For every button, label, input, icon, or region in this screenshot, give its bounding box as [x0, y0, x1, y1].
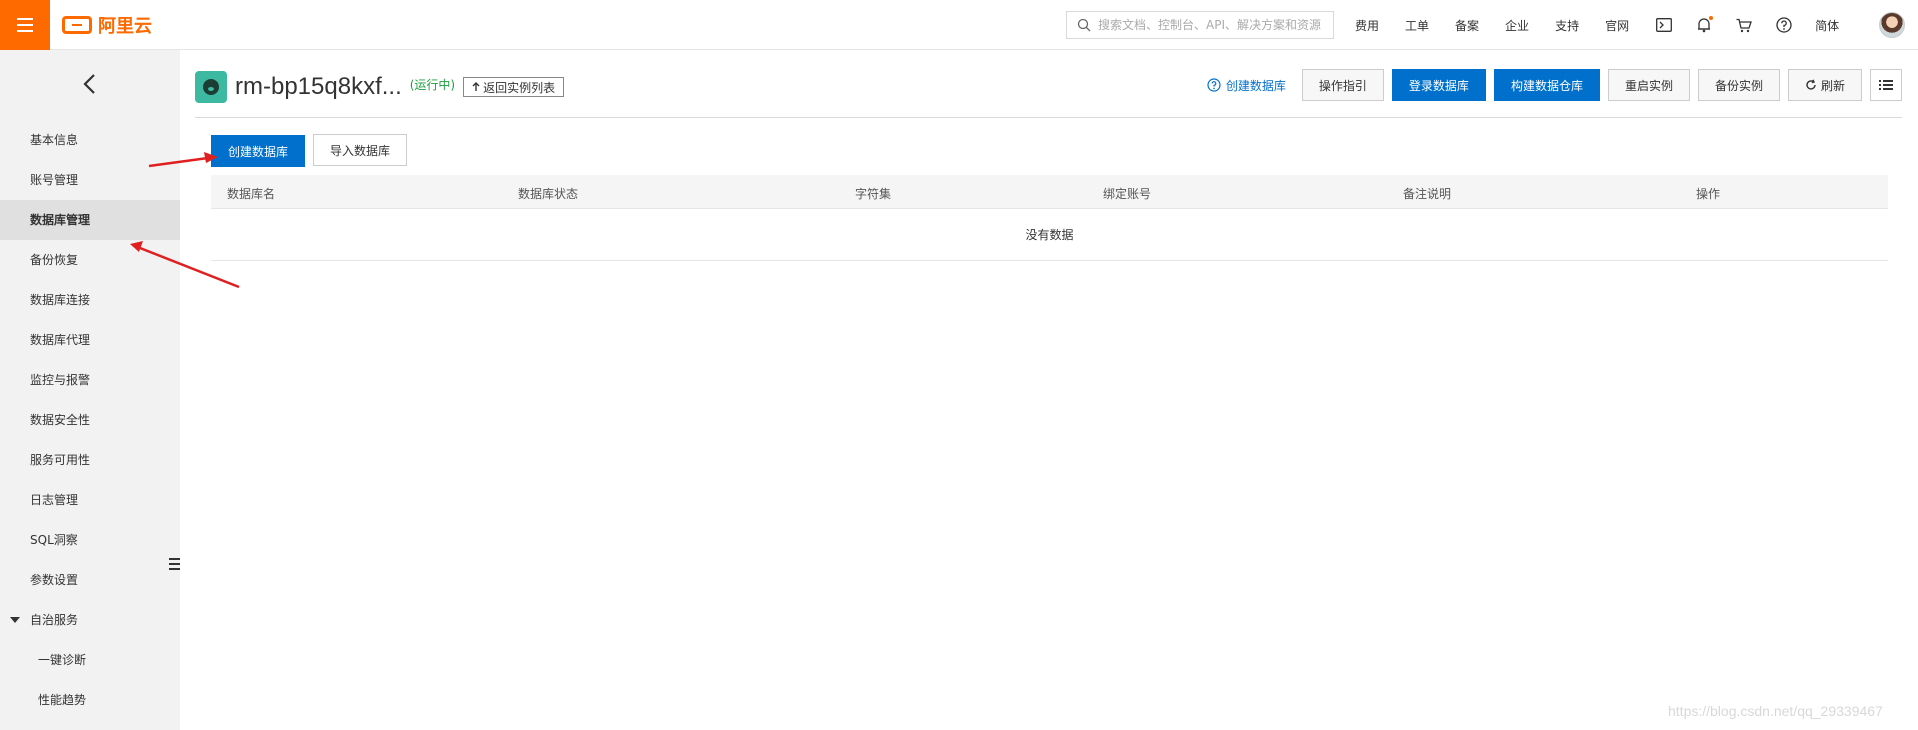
database-table: 数据库名 数据库状态 字符集 绑定账号 备注说明 操作 没有数据	[211, 175, 1888, 261]
instance-header: rm-bp15q8kxf... (运行中) 返回实例列表	[195, 70, 565, 104]
help-icon[interactable]	[1775, 16, 1793, 34]
column-actions: 操作	[1696, 187, 1721, 201]
sidebar-item-logs[interactable]: 日志管理	[0, 480, 180, 520]
nav-website[interactable]: 官网	[1605, 17, 1629, 34]
login-database-button[interactable]: 登录数据库	[1391, 69, 1486, 101]
nav-filing[interactable]: 备案	[1455, 17, 1479, 34]
guide-button[interactable]: 操作指引	[1301, 69, 1384, 101]
sidebar-item-basic-info[interactable]: 基本信息	[0, 120, 180, 160]
back-to-list-label: 返回实例列表	[483, 80, 556, 95]
logo[interactable]: 阿里云	[62, 12, 152, 38]
import-database-button[interactable]: 导入数据库	[313, 134, 407, 166]
backup-instance-button[interactable]: 备份实例	[1697, 69, 1780, 101]
terminal-icon[interactable]	[1655, 16, 1673, 34]
sidebar: 基本信息 账号管理 数据库管理 备份恢复 数据库连接 数据库代理 监控与报警 数…	[0, 50, 180, 730]
nav-enterprise[interactable]: 企业	[1505, 17, 1529, 34]
sidebar-item-autonomy-service[interactable]: 自治服务	[0, 600, 180, 640]
header-divider	[195, 117, 1902, 118]
sidebar-item-db-connection[interactable]: 数据库连接	[0, 280, 180, 320]
nav-support[interactable]: 支持	[1555, 17, 1579, 34]
search-icon	[1077, 18, 1091, 32]
sidebar-item-db-proxy[interactable]: 数据库代理	[0, 320, 180, 360]
notification-dot	[1709, 16, 1714, 20]
sidebar-item-performance-trend[interactable]: 性能趋势	[0, 680, 180, 720]
top-nav: 费用 工单 备案 企业 支持 官网 简体	[1355, 0, 1865, 50]
chevron-left-icon[interactable]	[80, 72, 100, 96]
language-switch[interactable]: 简体	[1815, 17, 1839, 34]
instance-title: rm-bp15q8kxf...	[235, 73, 402, 100]
watermark: https://blog.csdn.net/qq_29339467	[1668, 703, 1883, 719]
nav-fees[interactable]: 费用	[1355, 17, 1379, 34]
hamburger-icon	[17, 18, 33, 32]
refresh-icon	[1806, 79, 1816, 90]
nav-ticket[interactable]: 工单	[1405, 17, 1429, 34]
sidebar-item-database-management[interactable]: 数据库管理	[0, 200, 180, 240]
header-actions: 创建数据库 操作指引 登录数据库 构建数据仓库 重启实例 备份实例 刷新	[1207, 68, 1902, 102]
column-database-status: 数据库状态	[518, 187, 579, 201]
sidebar-item-backup-restore[interactable]: 备份恢复	[0, 240, 180, 280]
sidebar-item-availability[interactable]: 服务可用性	[0, 440, 180, 480]
column-remarks: 备注说明	[1403, 187, 1452, 201]
aliyun-logo-icon	[62, 16, 92, 34]
sidebar-item-monitoring[interactable]: 监控与报警	[0, 360, 180, 400]
list-icon	[1879, 80, 1893, 90]
back-to-list-button[interactable]: 返回实例列表	[463, 77, 565, 97]
rds-instance-icon	[195, 71, 227, 103]
caret-down-icon	[10, 617, 20, 623]
sidebar-item-security[interactable]: 数据安全性	[0, 400, 180, 440]
column-database-name: 数据库名	[227, 187, 276, 201]
build-warehouse-button[interactable]: 构建数据仓库	[1493, 69, 1600, 101]
search-input[interactable]	[1098, 18, 1328, 32]
sidebar-item-sql-insight[interactable]: SQL洞察	[0, 520, 180, 560]
column-bound-account: 绑定账号	[1103, 187, 1152, 201]
sidebar-item-one-click-diagnosis[interactable]: 一键诊断	[0, 640, 180, 680]
search-box[interactable]	[1066, 11, 1334, 39]
empty-state: 没有数据	[211, 209, 1888, 261]
question-circle-icon	[1207, 78, 1221, 92]
menu-button[interactable]	[0, 0, 50, 50]
create-database-button[interactable]: 创建数据库	[211, 135, 305, 167]
collapse-sidebar-icon[interactable]	[169, 558, 180, 572]
user-avatar[interactable]	[1879, 12, 1905, 38]
menu-list-button[interactable]	[1870, 69, 1902, 101]
annotation-arrows	[130, 152, 240, 289]
help-link-label: 创建数据库	[1225, 78, 1286, 93]
status-badge: (运行中)	[409, 77, 456, 92]
sidebar-item-accounts[interactable]: 账号管理	[0, 160, 180, 200]
logo-text: 阿里云	[98, 16, 152, 37]
restart-instance-button[interactable]: 重启实例	[1607, 69, 1690, 101]
arrow-up-icon	[472, 82, 480, 91]
bell-icon[interactable]	[1695, 16, 1714, 34]
refresh-label: 刷新	[1820, 78, 1845, 93]
create-db-help-link[interactable]: 创建数据库	[1207, 77, 1286, 94]
table-header: 数据库名 数据库状态 字符集 绑定账号 备注说明 操作	[211, 175, 1888, 209]
sidebar-item-label: 自治服务	[30, 613, 79, 627]
refresh-button[interactable]: 刷新	[1787, 69, 1862, 101]
sidebar-item-parameters[interactable]: 参数设置	[0, 560, 180, 600]
column-charset: 字符集	[855, 187, 892, 201]
top-bar: 阿里云 费用 工单 备案 企业 支持 官网 简体	[0, 0, 1918, 50]
cart-icon[interactable]	[1735, 16, 1753, 34]
